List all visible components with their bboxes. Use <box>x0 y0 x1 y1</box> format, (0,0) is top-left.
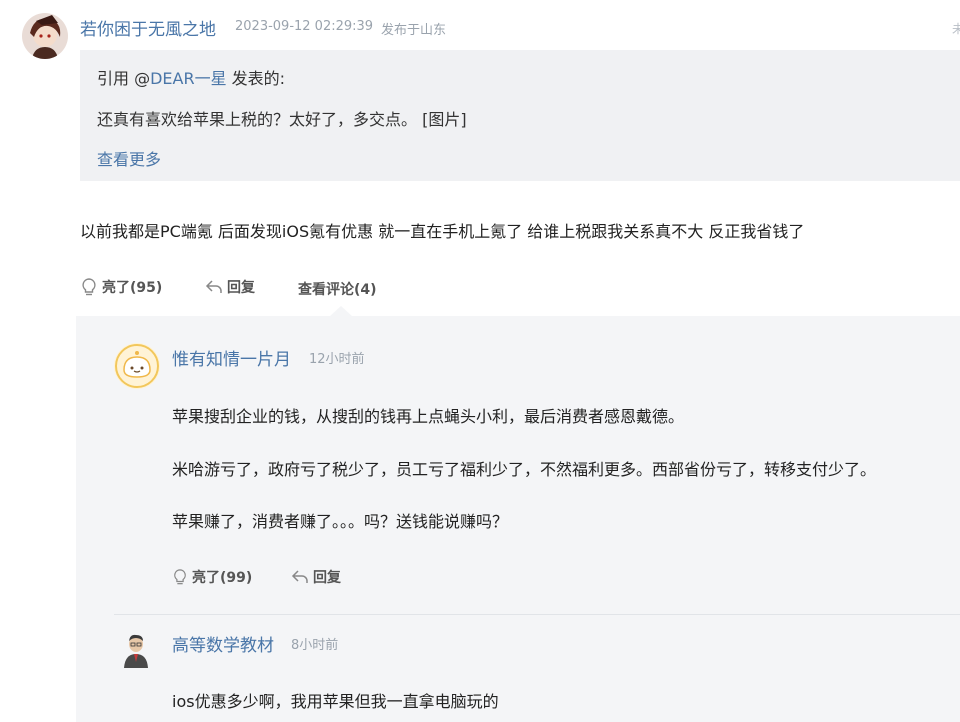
reply-time: 8小时前 <box>291 638 339 653</box>
like-label: 亮了(95) <box>102 280 163 296</box>
quote-prefix: 引用 @ <box>97 69 151 88</box>
reply-avatar[interactable] <box>118 632 154 668</box>
reply-reply-button[interactable]: 回复 <box>291 567 341 587</box>
view-comments-button[interactable]: 查看评论(4) <box>298 279 377 299</box>
reply-username[interactable]: 惟有知情一片月 <box>172 345 291 370</box>
corner-label: 未 <box>952 22 960 36</box>
quote-header: 引用 @DEAR一星 发表的: <box>97 65 285 89</box>
reply-paragraph: 苹果搜刮企业的钱，从搜刮的钱再上点蝇头小利，最后消费者感恩戴德。 <box>172 407 685 426</box>
view-more-link[interactable]: 查看更多 <box>97 146 161 170</box>
reply-reply-label: 回复 <box>313 570 341 586</box>
quoted-user-link[interactable]: DEAR一星 <box>150 69 227 88</box>
lightbulb-icon <box>80 277 98 297</box>
lightbulb-icon <box>172 568 188 586</box>
quote-suffix: 发表的: <box>226 69 286 88</box>
post-content: 以前我都是PC端氪 后面发现iOS氪有优惠 就一直在手机上氪了 给谁上税跟我关系… <box>80 222 805 241</box>
reply-divider <box>114 614 960 615</box>
reply-time: 12小时前 <box>309 352 365 367</box>
reply-arrow-icon <box>291 569 309 585</box>
post-timestamp: 2023-09-12 02:29:39 <box>235 19 374 34</box>
reply-paragraph: 苹果赚了，消费者赚了。。。吗？送钱能说赚吗？ <box>172 512 509 531</box>
username[interactable]: 若你困于无風之地 <box>80 15 216 40</box>
reply-like-button[interactable]: 亮了(99) <box>172 567 252 587</box>
reply-paragraph: ios优惠多少啊，我用苹果但我一直拿电脑玩的 <box>172 692 499 711</box>
reply-button[interactable]: 回复 <box>205 277 255 297</box>
reply-avatar[interactable] <box>114 343 160 389</box>
reply-label: 回复 <box>227 280 255 296</box>
quote-text: 还真有喜欢给苹果上税的？太好了，多交点。 [图片] <box>97 110 467 129</box>
post-location: 发布于山东 <box>381 23 447 38</box>
reply-paragraph: 米哈游亏了，政府亏了税少了，员工亏了福利少了，不然福利更多。西部省份亏了，转移支… <box>172 460 877 479</box>
like-button[interactable]: 亮了(95) <box>80 277 162 297</box>
reply-arrow-icon <box>205 279 223 295</box>
reply-username[interactable]: 高等数学教材 <box>172 631 274 656</box>
reply-like-label: 亮了(99) <box>192 570 253 586</box>
user-avatar[interactable] <box>22 13 68 59</box>
view-comments-label: 查看评论(4) <box>298 282 377 298</box>
